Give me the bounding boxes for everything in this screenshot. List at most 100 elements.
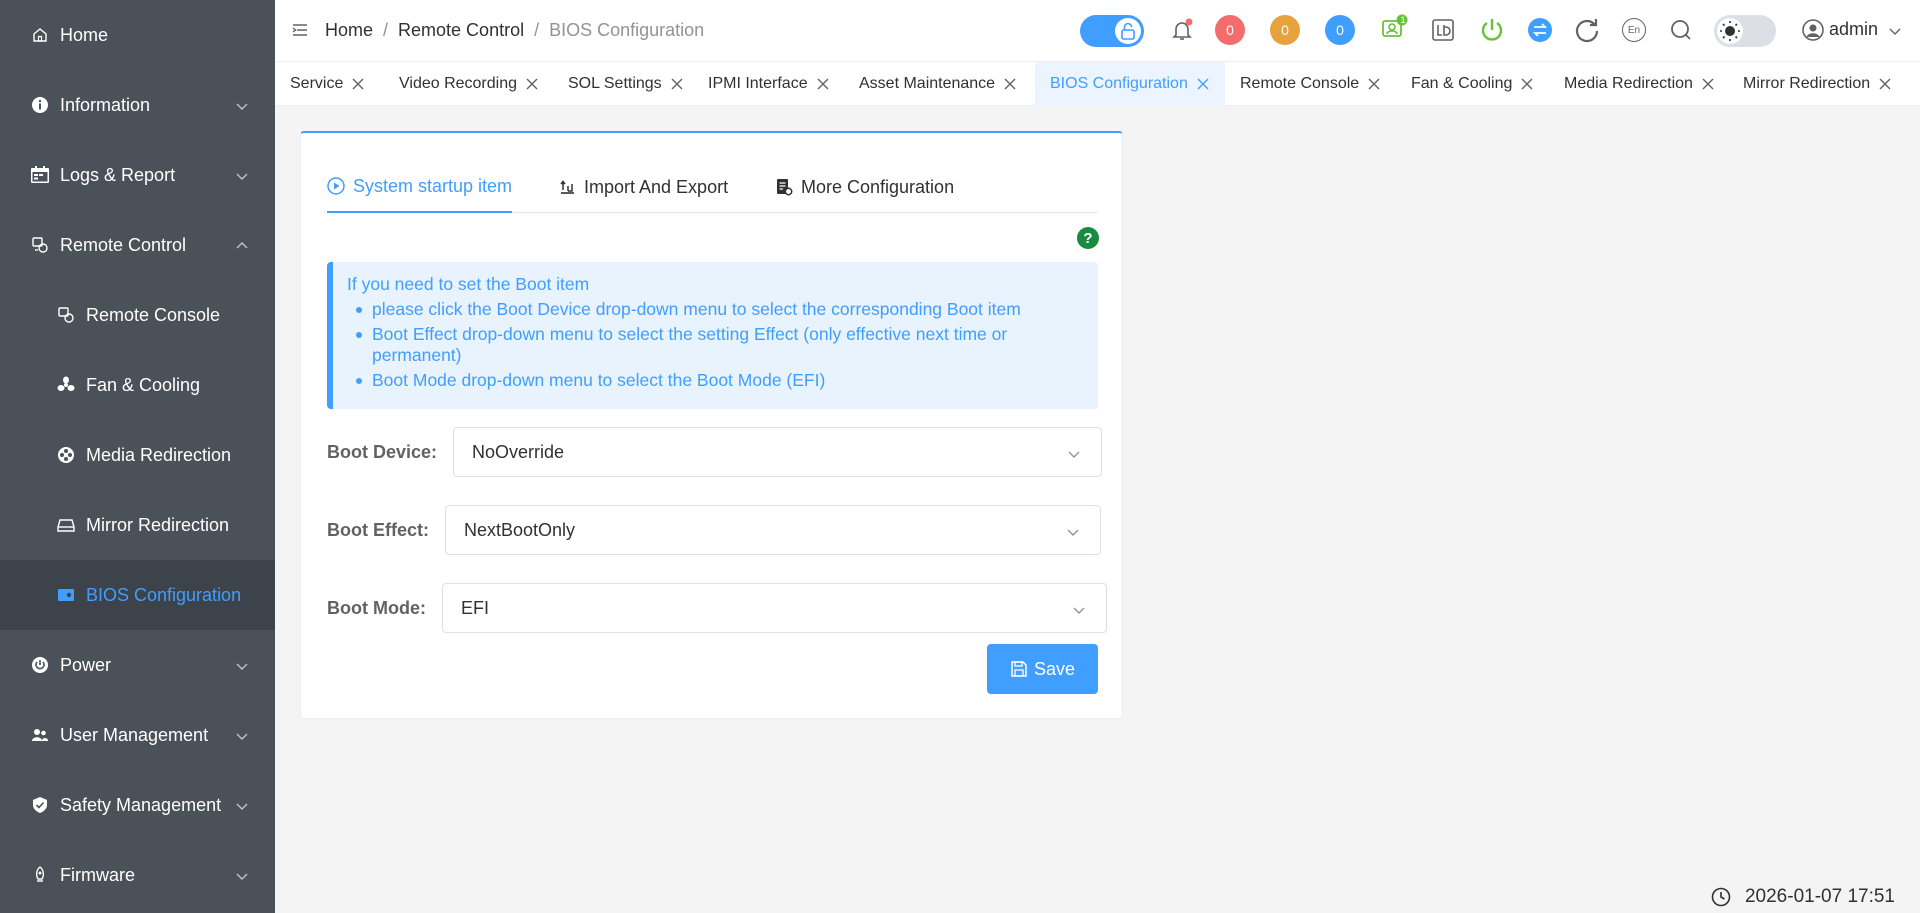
boot-mode-value: EFI <box>460 597 489 618</box>
sidebar-item-media-redirection[interactable]: Media Redirection <box>0 420 275 490</box>
tab-bios-configuration[interactable]: BIOS Configuration <box>1035 62 1225 106</box>
tab-sol-settings[interactable]: SOL Settings <box>553 62 699 106</box>
home-icon <box>30 25 50 45</box>
switch-icon[interactable] <box>1527 17 1553 43</box>
language-icon[interactable]: En <box>1622 18 1646 42</box>
online-user-count: 1 <box>1400 15 1406 25</box>
warning-alerts-badge[interactable]: 0 <box>1270 15 1300 45</box>
breadcrumb-home[interactable]: Home <box>325 20 373 41</box>
theme-toggle[interactable] <box>1714 15 1776 47</box>
close-icon[interactable] <box>1520 77 1534 91</box>
sidebar-item-power[interactable]: Power <box>0 630 275 700</box>
sidebar-item-home[interactable]: Home <box>0 0 275 70</box>
tab-label: More Configuration <box>801 176 955 197</box>
sidebar-item-information[interactable]: Information <box>0 70 275 140</box>
tab-label: Mirror Redirection <box>1743 75 1871 92</box>
chevron-down-icon <box>1067 446 1081 467</box>
calendar-icon <box>30 165 50 185</box>
system-clock: 2026-01-07 17:51 <box>1711 886 1895 908</box>
avatar[interactable] <box>1802 19 1824 41</box>
close-icon[interactable] <box>816 77 830 91</box>
sidebar-item-label: User Management <box>60 724 209 745</box>
menu-toggle-icon[interactable] <box>291 21 309 44</box>
boot-effect-select[interactable]: NextBootOnly <box>445 505 1101 555</box>
save-button[interactable]: Save <box>987 644 1098 694</box>
search-icon[interactable] <box>1669 18 1693 42</box>
config-tabs: System startup item Import And Export Mo… <box>327 161 1098 213</box>
remote-console-icon <box>56 305 76 325</box>
username[interactable]: admin <box>1829 19 1878 40</box>
close-icon[interactable] <box>1701 77 1715 91</box>
sidebar-item-logs-report[interactable]: Logs & Report <box>0 140 275 210</box>
chevron-down-icon <box>235 867 249 888</box>
tab-more-configuration[interactable]: More Configuration <box>775 161 954 213</box>
tab-service[interactable]: Service <box>275 62 380 106</box>
lock-toggle[interactable] <box>1080 15 1144 47</box>
chevron-down-icon <box>235 727 249 748</box>
tab-label: Asset Maintenance <box>859 75 996 92</box>
refresh-icon[interactable] <box>1573 16 1601 44</box>
boot-device-label: Boot Device: <box>327 441 438 462</box>
breadcrumb-remote-control[interactable]: Remote Control <box>398 20 524 41</box>
help-icon[interactable]: ? <box>1077 227 1099 249</box>
chevron-down-icon <box>1066 524 1080 545</box>
boot-mode-select[interactable]: EFI <box>441 583 1107 633</box>
sidebar-item-fan-cooling[interactable]: Fan & Cooling <box>0 350 275 420</box>
document-settings-icon <box>775 178 793 196</box>
close-icon[interactable] <box>525 77 539 91</box>
tab-import-and-export[interactable]: Import And Export <box>558 161 728 213</box>
boot-device-value: NoOverride <box>472 441 565 462</box>
close-icon[interactable] <box>1196 77 1210 91</box>
notification-bell-icon[interactable] <box>1170 18 1194 42</box>
tab-system-startup-item[interactable]: System startup item <box>327 161 513 213</box>
sidebar-item-label: Home <box>60 24 109 45</box>
tab-label: Import And Export <box>584 176 729 197</box>
sidebar-item-label: Remote Control <box>60 234 187 255</box>
chevron-down-icon <box>235 97 249 118</box>
close-icon[interactable] <box>1367 77 1381 91</box>
sidebar-item-mirror-redirection[interactable]: Mirror Redirection <box>0 490 275 560</box>
close-icon[interactable] <box>1003 77 1017 91</box>
sidebar-item-label: Mirror Redirection <box>86 514 230 535</box>
info-alerts-badge[interactable]: 0 <box>1325 15 1355 45</box>
tab-mirror-redirection[interactable]: Mirror Redirection <box>1728 62 1907 106</box>
sidebar-item-label: Remote Console <box>86 304 221 325</box>
chevron-down-icon <box>235 657 249 678</box>
sidebar-item-remote-control[interactable]: Remote Control <box>0 210 275 280</box>
tab-video-recording[interactable]: Video Recording <box>384 62 554 106</box>
close-icon[interactable] <box>670 77 684 91</box>
locate-led-icon[interactable] <box>1431 18 1455 42</box>
chevron-down-icon <box>235 167 249 188</box>
info-list: please click the Boot Device drop-down m… <box>347 299 1084 391</box>
close-icon[interactable] <box>1878 77 1892 91</box>
sidebar-item-safety-management[interactable]: Safety Management <box>0 770 275 840</box>
page-tabs-bar: Service Video Recording SOL Settings IPM… <box>275 62 1920 106</box>
tab-label: System startup item <box>353 175 513 196</box>
tab-label: BIOS Configuration <box>1050 75 1188 92</box>
sidebar-item-remote-console[interactable]: Remote Console <box>0 280 275 350</box>
top-header: Home / Remote Control / BIOS Configurati… <box>275 0 1920 62</box>
power-status-icon[interactable] <box>1479 17 1505 43</box>
sidebar-item-label: Logs & Report <box>60 164 176 185</box>
tab-remote-console[interactable]: Remote Console <box>1225 62 1396 106</box>
info-title: If you need to set the Boot item <box>347 274 590 294</box>
close-icon[interactable] <box>351 77 365 91</box>
info-item: Boot Mode drop-down menu to select the B… <box>347 370 1084 391</box>
sidebar-item-label: Media Redirection <box>86 444 232 465</box>
sidebar-item-user-management[interactable]: User Management <box>0 700 275 770</box>
tab-asset-maintenance[interactable]: Asset Maintenance <box>844 62 1032 106</box>
sidebar-item-label: Information <box>60 94 151 115</box>
boot-effect-label: Boot Effect: <box>327 519 429 540</box>
critical-alerts-badge[interactable]: 0 <box>1215 15 1245 45</box>
boot-mode-row: Boot Mode: EFI <box>327 583 1107 633</box>
tab-media-redirection[interactable]: Media Redirection <box>1549 62 1730 106</box>
chevron-down-icon <box>1072 602 1086 623</box>
save-icon <box>1010 660 1028 678</box>
sidebar-item-bios-configuration[interactable]: BIOS Configuration <box>0 560 275 630</box>
tab-label: IPMI Interface <box>708 75 808 92</box>
boot-device-select[interactable]: NoOverride <box>453 427 1103 477</box>
tab-fan-cooling[interactable]: Fan & Cooling <box>1396 62 1549 106</box>
chevron-down-icon[interactable] <box>1888 25 1902 39</box>
tab-ipmi-interface[interactable]: IPMI Interface <box>693 62 845 106</box>
sidebar-item-firmware[interactable]: Firmware <box>0 840 275 910</box>
